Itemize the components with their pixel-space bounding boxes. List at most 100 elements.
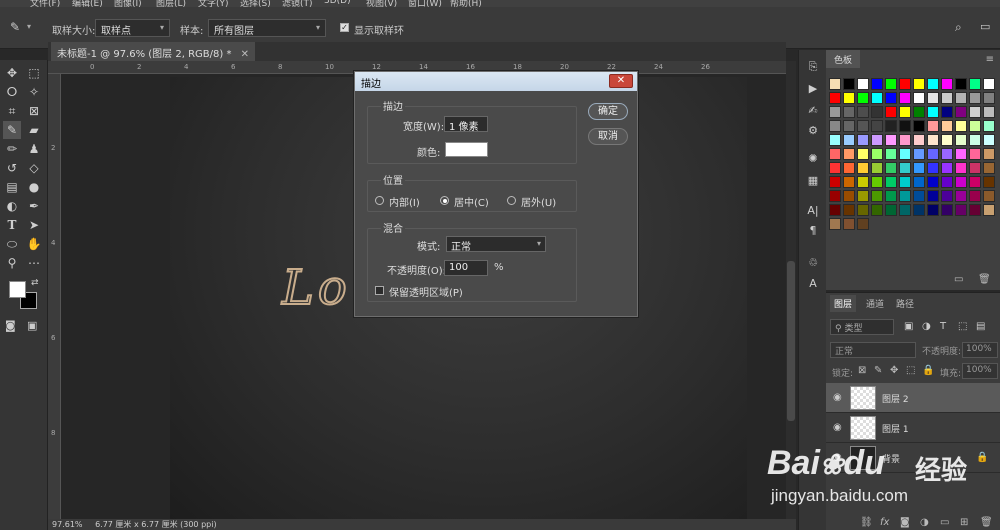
color-swatch[interactable] — [983, 176, 995, 188]
color-swatch[interactable] — [871, 134, 883, 146]
frame-tool-icon[interactable]: ⊠ — [25, 102, 43, 120]
color-swatch[interactable] — [885, 190, 897, 202]
zoom-level[interactable]: 97.61% — [52, 520, 83, 529]
color-swatch[interactable] — [941, 78, 953, 90]
color-swatch[interactable] — [899, 190, 911, 202]
color-swatch[interactable] — [955, 162, 967, 174]
color-swatch[interactable] — [955, 134, 967, 146]
color-swatch[interactable] — [899, 204, 911, 216]
color-swatch[interactable] — [829, 176, 841, 188]
color-swatch[interactable] — [955, 204, 967, 216]
menu-item[interactable]: 选择(S) — [240, 0, 271, 7]
filter-pixel-icon[interactable]: ▣ — [904, 321, 913, 332]
lasso-tool-icon[interactable]: ⵔ — [3, 83, 21, 101]
ok-button[interactable]: 确定 — [588, 103, 628, 120]
layer-row[interactable]: ◉ 图层 2 — [826, 383, 1000, 413]
color-swatch[interactable] — [927, 204, 939, 216]
color-swatch[interactable] — [941, 162, 953, 174]
color-swatch[interactable] — [843, 148, 855, 160]
color-swatch[interactable] — [913, 134, 925, 146]
color-swatch[interactable] — [871, 204, 883, 216]
zoom-tool-icon[interactable]: ⚲ — [3, 254, 21, 272]
color-swatch[interactable] — [941, 92, 953, 104]
color-swatch[interactable] — [885, 204, 897, 216]
color-swatch[interactable] — [969, 162, 981, 174]
inside-radio[interactable] — [375, 196, 384, 205]
color-swatch[interactable] — [857, 204, 869, 216]
color-swatch[interactable] — [857, 106, 869, 118]
color-swatch[interactable] — [899, 106, 911, 118]
color-swatch[interactable] — [857, 148, 869, 160]
sample-size-select[interactable]: 取样点 ▾ — [95, 19, 170, 37]
color-swatch[interactable] — [885, 106, 897, 118]
show-ring-checkbox[interactable]: ✓ — [340, 23, 349, 32]
color-swatch[interactable] — [857, 190, 869, 202]
color-swatch[interactable] — [829, 148, 841, 160]
color-swatch[interactable] — [955, 106, 967, 118]
color-swatch[interactable] — [983, 204, 995, 216]
color-swatch[interactable] — [885, 120, 897, 132]
crop-tool-icon[interactable]: ⌗ — [3, 102, 21, 120]
opacity-input[interactable]: 100 — [444, 260, 488, 276]
lock-image-icon[interactable]: ✎ — [874, 365, 882, 376]
menu-item[interactable]: 图层(L) — [156, 0, 186, 7]
menu-item[interactable]: 3D(D) — [324, 0, 351, 6]
dodge-tool-icon[interactable]: ◐ — [3, 197, 21, 215]
paragraph-panel-icon[interactable]: ¶ — [804, 222, 822, 240]
color-swatch[interactable] — [927, 190, 939, 202]
color-swatch[interactable] — [871, 148, 883, 160]
color-swatch[interactable] — [899, 78, 911, 90]
color-swatch[interactable] — [871, 190, 883, 202]
lock-artboard-icon[interactable]: ⬚ — [906, 365, 915, 376]
color-swatch[interactable] — [829, 120, 841, 132]
more-tools-icon[interactable]: ⋯ — [25, 254, 43, 272]
menu-item[interactable]: 滤镜(T) — [282, 0, 313, 7]
color-swatch[interactable] — [927, 92, 939, 104]
color-swatch[interactable] — [843, 106, 855, 118]
color-swatch[interactable] — [955, 190, 967, 202]
color-swatch[interactable] — [913, 204, 925, 216]
tab-paths[interactable]: 路径 — [892, 295, 918, 312]
color-swatch[interactable] — [857, 120, 869, 132]
color-swatch[interactable] — [843, 162, 855, 174]
filter-smart-object-icon[interactable]: ▤ — [976, 321, 985, 332]
color-swatch[interactable] — [983, 190, 995, 202]
cancel-button[interactable]: 取消 — [588, 128, 628, 145]
lock-all-icon[interactable]: 🔒 — [922, 365, 934, 376]
magic-wand-tool-icon[interactable]: ✧ — [25, 83, 43, 101]
color-swatch[interactable] — [955, 176, 967, 188]
menu-item[interactable]: 编辑(E) — [72, 0, 103, 7]
color-swatch[interactable] — [955, 92, 967, 104]
color-swatch[interactable] — [829, 78, 841, 90]
delete-swatch-icon[interactable]: 🗑 — [978, 274, 991, 285]
character-styles-icon[interactable]: A — [804, 275, 822, 293]
color-swatch[interactable] — [913, 106, 925, 118]
preserve-transparency-checkbox[interactable] — [375, 286, 384, 295]
document-tab[interactable]: 未标题-1 @ 97.6% (图层 2, RGB/8) * ✕ — [51, 42, 256, 61]
gradient-tool-icon[interactable]: ▤ — [3, 178, 21, 196]
color-swatch[interactable] — [969, 106, 981, 118]
menu-item[interactable]: 文字(Y) — [198, 0, 229, 7]
color-swatch[interactable] — [983, 148, 995, 160]
color-swatch[interactable] — [857, 218, 869, 230]
center-radio[interactable] — [440, 196, 449, 205]
brush-tool-icon[interactable]: ✏ — [3, 140, 21, 158]
color-swatch[interactable] — [983, 134, 995, 146]
color-swatch[interactable] — [871, 78, 883, 90]
fill-field[interactable]: 100% — [962, 363, 998, 379]
outside-radio[interactable] — [507, 196, 516, 205]
color-swatch[interactable] — [983, 106, 995, 118]
type-tool-icon[interactable]: T — [3, 216, 21, 234]
color-swatch[interactable] — [927, 176, 939, 188]
swap-colors-icon[interactable]: ⇄ — [31, 278, 39, 288]
color-swatch[interactable] — [983, 120, 995, 132]
color-swatch[interactable] — [969, 148, 981, 160]
color-swatch[interactable] — [913, 148, 925, 160]
search-icon[interactable]: ⌕ — [955, 20, 962, 35]
color-swatch[interactable] — [913, 120, 925, 132]
mode-select[interactable]: 正常 ▾ — [446, 236, 546, 253]
glyphs-panel-icon[interactable]: ♲ — [804, 254, 822, 272]
blur-tool-icon[interactable]: ● — [25, 178, 43, 196]
color-swatch[interactable] — [969, 92, 981, 104]
color-swatch[interactable] — [857, 78, 869, 90]
